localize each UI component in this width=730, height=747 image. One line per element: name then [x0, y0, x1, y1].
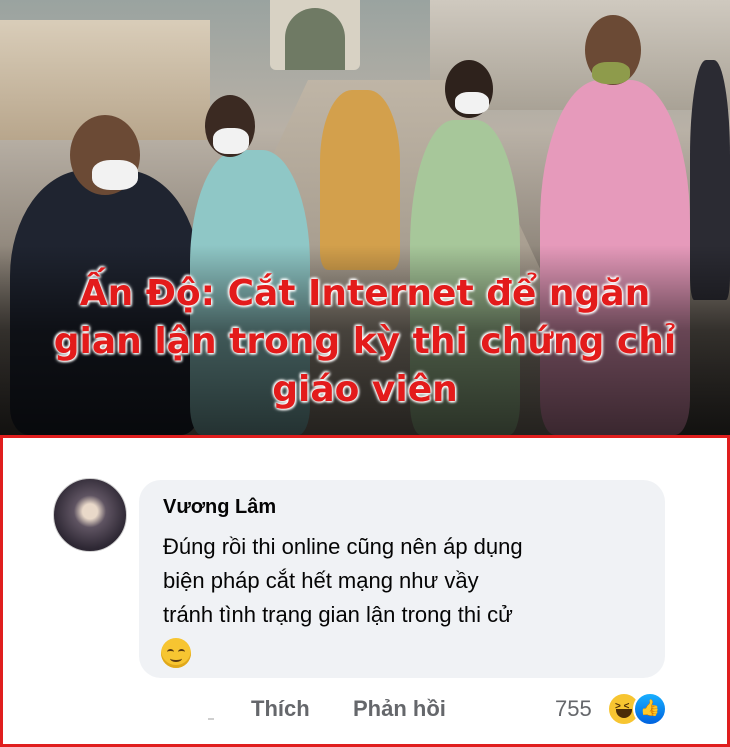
reply-button[interactable]: Phản hồi	[353, 696, 446, 722]
news-headline: Ấn Độ: Cắt Internet để ngăn gian lận tro…	[0, 270, 730, 414]
photo-person-background	[320, 90, 400, 270]
comment-frame: Vương Lâm Đúng rồi thi online cũng nên á…	[0, 435, 730, 747]
photo-person-officer-mask	[92, 160, 138, 190]
photo-person-woman-blue-mask	[213, 128, 249, 154]
photo-person-woman-green-mask	[455, 92, 489, 114]
news-photo: Ấn Độ: Cắt Internet để ngăn gian lận tro…	[0, 0, 730, 435]
like-button[interactable]: Thích	[251, 696, 310, 722]
headline-line-1: Ấn Độ: Cắt Internet để ngăn	[79, 273, 651, 314]
headline-line-2: gian lận trong kỳ thi chứng chỉ	[53, 321, 677, 362]
comment-author-name[interactable]: Vương Lâm	[163, 496, 276, 519]
comment-bubble: Vương Lâm Đúng rồi thi online cũng nên á…	[139, 480, 665, 678]
comment-line-1: Đúng rồi thi online cũng nên áp dụng	[163, 534, 523, 559]
like-reaction-icon: 👍	[633, 692, 667, 726]
comment-line-2: biện pháp cắt hết mạng như vầy	[163, 568, 479, 593]
reaction-count: 755	[555, 696, 592, 721]
headline-line-3: giáo viên	[272, 369, 458, 410]
photo-arch-opening	[285, 8, 345, 70]
timestamp-placeholder	[208, 718, 214, 720]
photo-person-man-pink-mask	[592, 62, 630, 84]
avatar[interactable]	[53, 478, 127, 552]
comment-line-3: tránh tình trạng gian lận trong thi cử	[163, 602, 513, 627]
relieved-face-emoji-icon	[161, 638, 191, 668]
comment-text: Đúng rồi thi online cũng nên áp dụng biệ…	[163, 530, 653, 632]
